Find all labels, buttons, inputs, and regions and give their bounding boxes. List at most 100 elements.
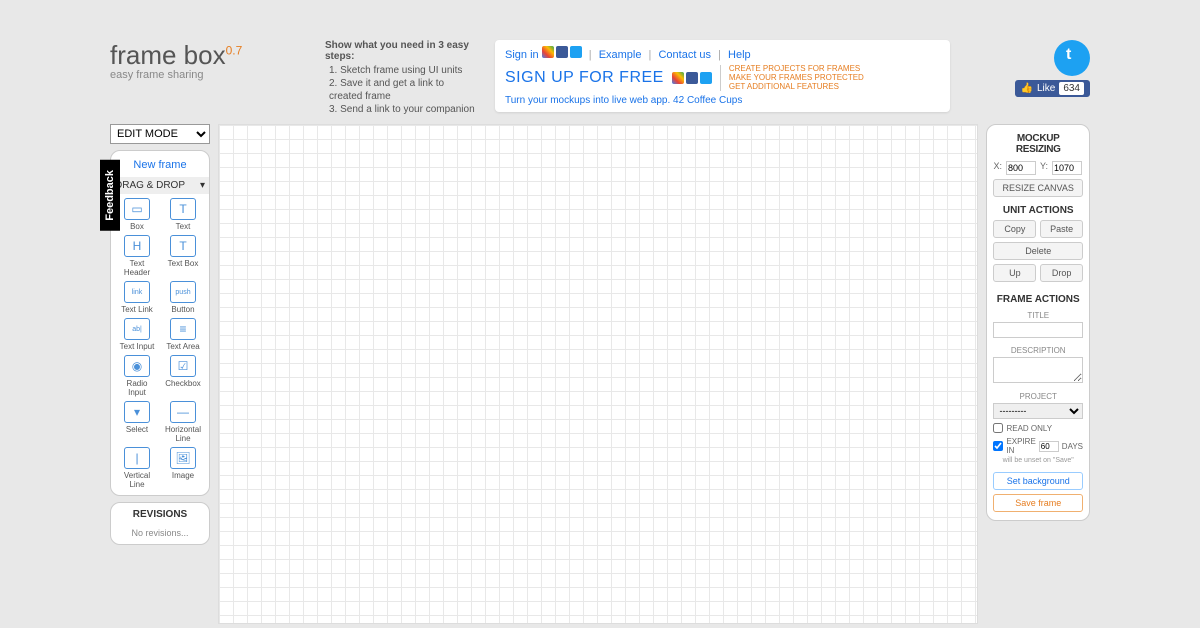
- mode-select[interactable]: EDIT MODE: [110, 124, 210, 144]
- tool-vertical-line[interactable]: | Vertical Line: [117, 447, 157, 489]
- tool-text-header[interactable]: H Text Header: [117, 235, 157, 277]
- tool-text-link[interactable]: link Text Link: [117, 281, 157, 314]
- tool-box[interactable]: ▭ Box: [117, 198, 157, 231]
- tool-label: Radio Input: [117, 379, 157, 397]
- tool-label: Text Link: [117, 305, 157, 314]
- feedback-tab[interactable]: Feedback: [100, 160, 120, 231]
- brand-name: frame box: [110, 40, 226, 70]
- save-frame-button[interactable]: Save frame: [993, 494, 1083, 512]
- tools-panel: New frame DRAG & DROP ▾ ▭ Box T Text H Text H…: [110, 150, 210, 496]
- help-link[interactable]: Help: [728, 49, 751, 61]
- expire-days-input[interactable]: [1039, 441, 1059, 452]
- text-box-icon: T: [170, 235, 196, 257]
- drop-button[interactable]: Drop: [1040, 264, 1083, 282]
- tool-label: Button: [163, 305, 203, 314]
- signup-link[interactable]: SIGN UP FOR FREE: [505, 69, 664, 87]
- resizing-title: MOCKUP RESIZING: [993, 133, 1083, 155]
- text-area-icon: ≡: [170, 318, 196, 340]
- frame-actions-title: FRAME ACTIONS: [993, 294, 1083, 305]
- image-icon: 🖼: [170, 447, 196, 469]
- step-item: 1. Sketch frame using UI units: [329, 64, 475, 77]
- text-icon: T: [170, 198, 196, 220]
- y-input[interactable]: [1052, 161, 1082, 175]
- button-icon: push: [170, 281, 196, 303]
- tool-label: Checkbox: [163, 379, 203, 388]
- vertical-line-icon: |: [124, 447, 150, 469]
- delete-button[interactable]: Delete: [993, 242, 1083, 260]
- expire-hint: will be unset on "Save": [993, 457, 1083, 464]
- set-background-button[interactable]: Set background: [993, 472, 1083, 490]
- promo-link[interactable]: Turn your mockups into live web app. 42 …: [505, 95, 940, 106]
- revisions-empty: No revisions...: [117, 528, 203, 538]
- expire-checkbox[interactable]: [993, 441, 1003, 451]
- example-link[interactable]: Example: [599, 49, 642, 61]
- tool-radio-input[interactable]: ◉ Radio Input: [117, 355, 157, 397]
- signin-link[interactable]: Sign in: [505, 49, 539, 61]
- tool-label: Horizontal Line: [163, 425, 203, 443]
- like-count: 634: [1059, 82, 1084, 95]
- paste-button[interactable]: Paste: [1040, 220, 1083, 238]
- tool-label: Text Header: [117, 259, 157, 277]
- tool-label: Vertical Line: [117, 471, 157, 489]
- tool-select[interactable]: ▾ Select: [117, 401, 157, 443]
- brand: frame box0.7 easy frame sharing: [110, 40, 305, 81]
- select-icon: ▾: [124, 401, 150, 423]
- chevron-down-icon: ▾: [200, 180, 205, 191]
- text-link-icon: link: [124, 281, 150, 303]
- x-label: X:: [993, 161, 1002, 175]
- tool-button[interactable]: push Button: [163, 281, 203, 314]
- fb-like-button[interactable]: 👍 Like 634: [1015, 80, 1091, 97]
- project-select[interactable]: ---------: [993, 403, 1083, 419]
- thumb-icon: 👍: [1021, 83, 1033, 94]
- steps-title: Show what you need in 3 easy steps:: [325, 40, 475, 62]
- checkbox-icon: ☑: [170, 355, 196, 377]
- social-icons[interactable]: [542, 46, 582, 58]
- contact-link[interactable]: Contact us: [658, 49, 711, 61]
- tool-text-input[interactable]: ab| Text Input: [117, 318, 157, 351]
- desc-label: DESCRIPTION: [993, 346, 1083, 355]
- tool-label: Text Input: [117, 342, 157, 351]
- expire-pre: EXPIRE IN: [1006, 437, 1035, 455]
- up-button[interactable]: Up: [993, 264, 1036, 282]
- step-item: 3. Send a link to your companion: [329, 103, 475, 116]
- horizontal-line-icon: —: [170, 401, 196, 423]
- drag-drop-header[interactable]: DRAG & DROP ▾: [111, 177, 209, 194]
- title-input[interactable]: [993, 322, 1083, 338]
- tool-label: Select: [117, 425, 157, 434]
- signup-social-icons[interactable]: [672, 72, 712, 84]
- right-panel: MOCKUP RESIZING X: Y: RESIZE CANVAS UNIT…: [986, 124, 1090, 521]
- text-header-icon: H: [124, 235, 150, 257]
- step-item: 2. Save it and get a link to created fra…: [329, 77, 475, 103]
- desc-input[interactable]: [993, 357, 1083, 383]
- unit-actions-title: UNIT ACTIONS: [993, 205, 1083, 216]
- tool-horizontal-line[interactable]: — Horizontal Line: [163, 401, 203, 443]
- tool-label: Text: [163, 222, 203, 231]
- tool-text-area[interactable]: ≡ Text Area: [163, 318, 203, 351]
- tool-checkbox[interactable]: ☑ Checkbox: [163, 355, 203, 397]
- box-icon: ▭: [124, 198, 150, 220]
- tool-image[interactable]: 🖼 Image: [163, 447, 203, 489]
- resize-canvas-button[interactable]: RESIZE CANVAS: [993, 179, 1083, 197]
- revisions-panel: REVISIONS No revisions...: [110, 502, 210, 545]
- x-input[interactable]: [1006, 161, 1036, 175]
- title-label: TITLE: [993, 311, 1083, 320]
- tool-label: Text Box: [163, 259, 203, 268]
- copy-button[interactable]: Copy: [993, 220, 1036, 238]
- tool-text-box[interactable]: T Text Box: [163, 235, 203, 277]
- text-input-icon: ab|: [124, 318, 150, 340]
- tool-text[interactable]: T Text: [163, 198, 203, 231]
- auth-box: Sign in | Example | Contact us | Help SI…: [495, 40, 950, 112]
- tool-label: Image: [163, 471, 203, 480]
- radio-input-icon: ◉: [124, 355, 150, 377]
- y-label: Y:: [1040, 161, 1048, 175]
- new-frame-button[interactable]: New frame: [117, 157, 203, 177]
- tool-label: Box: [117, 222, 157, 231]
- revisions-title: REVISIONS: [117, 509, 203, 520]
- expire-post: DAYS: [1062, 442, 1083, 451]
- signup-benefits: CREATE PROJECTS FOR FRAMES MAKE YOUR FRA…: [720, 65, 864, 91]
- readonly-checkbox[interactable]: [993, 423, 1003, 433]
- brand-version: 0.7: [226, 43, 243, 57]
- twitter-icon[interactable]: [1054, 40, 1090, 76]
- tool-label: Text Area: [163, 342, 203, 351]
- canvas-grid[interactable]: [218, 124, 978, 624]
